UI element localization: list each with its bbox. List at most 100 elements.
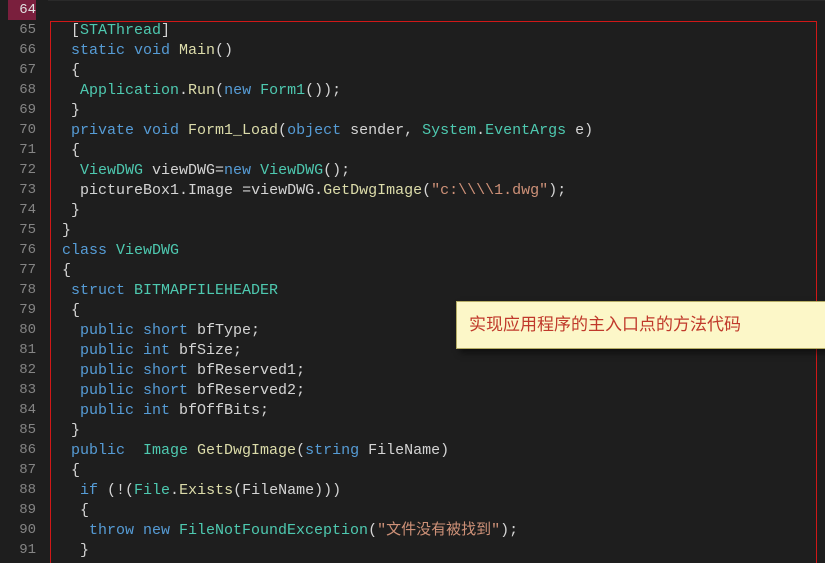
token-kw: static (62, 42, 134, 59)
token-id: viewDWG (152, 162, 215, 179)
line-number: 85 (8, 420, 36, 440)
code-line[interactable]: if (!(File.Exists(FileName))) (54, 481, 825, 501)
line-number: 69 (8, 100, 36, 120)
token-punc: . (170, 482, 179, 499)
token-punc: [ (62, 22, 80, 39)
token-id: bfReserved1 (197, 362, 296, 379)
code-line[interactable]: public Image GetDwgImage(string FileName… (54, 441, 825, 461)
token-punc: ] (161, 22, 170, 39)
code-line[interactable]: private void Form1_Load(object sender, S… (54, 121, 825, 141)
code-line[interactable]: } (54, 101, 825, 121)
token-punc: ) (584, 122, 593, 139)
token-id: sender, (350, 122, 422, 139)
token-kw: new (143, 522, 179, 539)
token-punc: { (62, 462, 80, 479)
token-type: ViewDWG (116, 242, 179, 259)
code-line[interactable]: } (54, 421, 825, 441)
code-line[interactable]: Application.Run(new Form1()); (54, 81, 825, 101)
code-line[interactable]: struct BITMAPFILEHEADER (54, 281, 825, 301)
code-line[interactable]: } (54, 221, 825, 241)
token-type: Form1 (260, 82, 305, 99)
code-line[interactable]: { (54, 261, 825, 281)
code-line[interactable]: public int bfOffBits; (54, 401, 825, 421)
token-type: System (422, 122, 476, 139)
line-number: 90 (8, 520, 36, 540)
token-fn: Run (188, 82, 215, 99)
code-line[interactable]: static void Main() (54, 41, 825, 61)
token-fn: GetDwgImage (323, 182, 422, 199)
token-type: Application (62, 82, 179, 99)
code-line[interactable]: pictureBox1.Image =viewDWG.GetDwgImage("… (54, 181, 825, 201)
annotation-callout: 实现应用程序的主入口点的方法代码 (456, 301, 825, 349)
token-fn: Form1_Load (188, 122, 278, 139)
token-id: bfReserved2 (197, 382, 296, 399)
token-id: Image (188, 182, 242, 199)
token-kw: public (62, 442, 143, 459)
token-type: FileNotFoundException (179, 522, 368, 539)
token-punc: } (62, 202, 80, 219)
line-number: 86 (8, 440, 36, 460)
token-type: BITMAPFILEHEADER (134, 282, 278, 299)
token-punc: ); (500, 522, 518, 539)
line-number: 79 (8, 300, 36, 320)
line-number: 77 (8, 260, 36, 280)
code-line[interactable]: } (54, 201, 825, 221)
line-number: 74 (8, 200, 36, 220)
code-content-area[interactable]: 实现应用程序的主入口点的方法代码 [STAThread] static void… (48, 0, 825, 563)
code-line[interactable]: { (54, 141, 825, 161)
line-number-gutter: 6465666768697071727374757677787980818283… (0, 0, 48, 563)
code-line[interactable]: throw new FileNotFoundException("文件没有被找到… (54, 521, 825, 541)
token-type: File (134, 482, 170, 499)
token-punc: ( (215, 82, 224, 99)
token-punc: { (62, 502, 89, 519)
token-kw: public (62, 322, 143, 339)
line-number: 80 (8, 320, 36, 340)
token-punc: } (62, 422, 80, 439)
token-punc: . (314, 182, 323, 199)
token-punc: { (62, 302, 80, 319)
line-number: 78 (8, 280, 36, 300)
line-number: 88 (8, 480, 36, 500)
token-kw: public (62, 342, 143, 359)
token-type: STAThread (80, 22, 161, 39)
code-line[interactable]: } (54, 541, 825, 561)
token-kw: short (143, 322, 197, 339)
token-str: "文件没有被找到" (377, 522, 500, 539)
token-kw: struct (62, 282, 134, 299)
token-id: e (575, 122, 584, 139)
token-punc: ; (260, 402, 269, 419)
token-punc: ( (233, 482, 242, 499)
code-line[interactable]: ViewDWG viewDWG=new ViewDWG(); (54, 161, 825, 181)
token-punc: . (179, 182, 188, 199)
token-punc: ( (368, 522, 377, 539)
code-line[interactable]: { (54, 61, 825, 81)
code-line[interactable]: { (54, 461, 825, 481)
token-kw: void (134, 42, 179, 59)
line-number: 91 (8, 540, 36, 560)
token-kw: public (62, 402, 143, 419)
token-kw: int (143, 402, 179, 419)
token-type: ViewDWG (260, 162, 323, 179)
token-fn: Main (179, 42, 215, 59)
token-punc: } (62, 542, 89, 559)
line-number: 65 (8, 20, 36, 40)
token-kw: new (224, 82, 260, 99)
line-number: 67 (8, 60, 36, 80)
token-punc: . (179, 82, 188, 99)
code-line[interactable]: class ViewDWG (54, 241, 825, 261)
token-kw: private (62, 122, 143, 139)
code-line[interactable]: public short bfReserved1; (54, 361, 825, 381)
token-punc: . (476, 122, 485, 139)
token-kw: public (62, 382, 143, 399)
line-number: 66 (8, 40, 36, 60)
token-kw: new (224, 162, 260, 179)
token-fn: Exists (179, 482, 233, 499)
code-line[interactable]: { (54, 501, 825, 521)
token-kw: public (62, 362, 143, 379)
code-line[interactable]: [STAThread] (54, 21, 825, 41)
token-kw: short (143, 382, 197, 399)
token-punc: { (62, 262, 71, 279)
code-line[interactable]: public short bfReserved2; (54, 381, 825, 401)
code-line[interactable] (54, 1, 825, 21)
token-punc: () (215, 42, 233, 59)
